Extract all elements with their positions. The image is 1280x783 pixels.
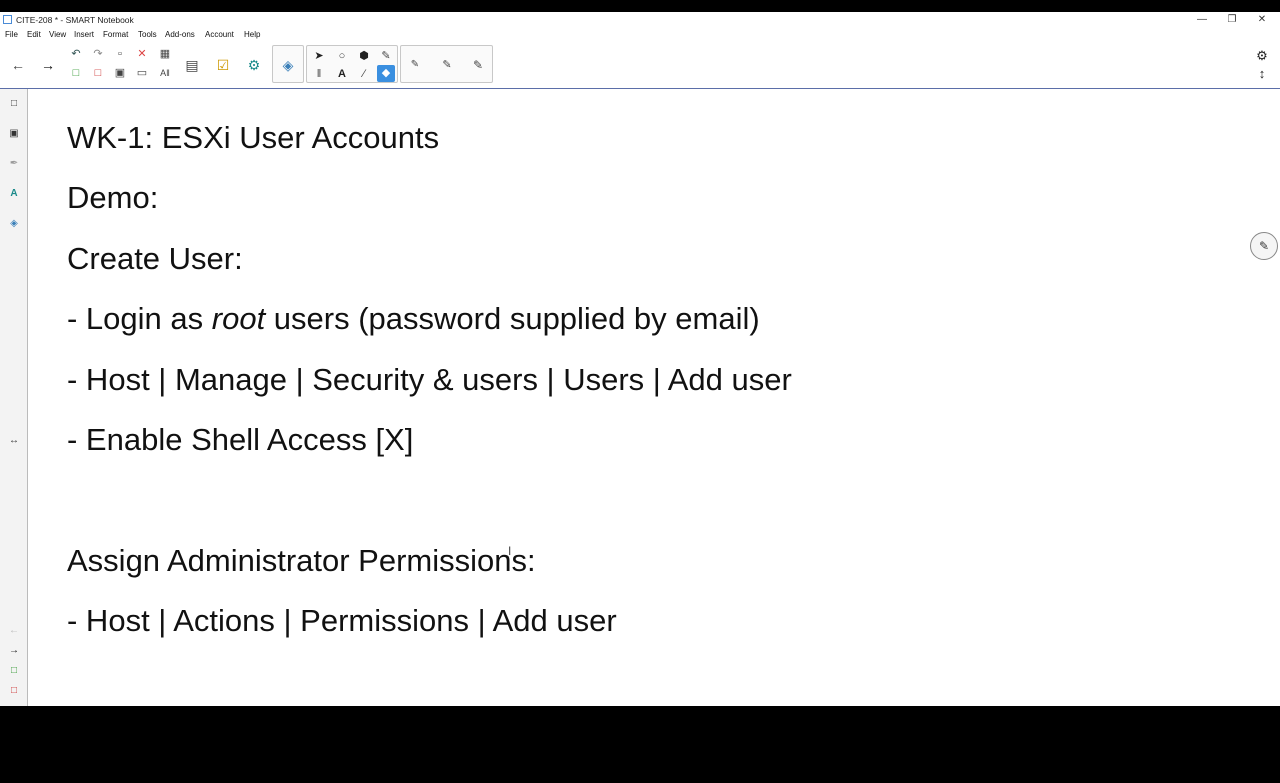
menu-edit[interactable]: Edit xyxy=(27,30,41,39)
resize-handle-icon[interactable]: ↔ xyxy=(7,434,21,448)
screen-shade-icon[interactable]: ▭ xyxy=(134,65,150,81)
back-arrow-icon[interactable]: ← xyxy=(7,54,29,76)
properties-icon[interactable]: A xyxy=(7,187,21,201)
magic-pen-icon[interactable]: ✎ xyxy=(378,48,394,64)
add-page-side-icon[interactable]: □ xyxy=(7,664,21,678)
select-icon[interactable]: ➤ xyxy=(311,48,327,64)
whiteboard-canvas[interactable]: WK-1: ESXi User Accounts Demo: Create Us… xyxy=(28,89,1280,706)
vertical-scrollbar[interactable] xyxy=(56,166,66,783)
menu-tools[interactable]: Tools xyxy=(138,30,157,39)
pen-small-icon[interactable]: ✎ xyxy=(404,54,426,76)
eraser-icon[interactable]: ◆ xyxy=(377,65,395,82)
puzzle-icon[interactable]: ◈ xyxy=(277,54,299,76)
demo-heading[interactable]: Demo: xyxy=(67,180,158,216)
menu-help[interactable]: Help xyxy=(244,30,260,39)
minimize-icon[interactable]: — xyxy=(1192,13,1212,27)
paste-icon[interactable]: ▫ xyxy=(112,46,128,62)
permissions-path-step[interactable]: - Host | Actions | Permissions | Add use… xyxy=(67,603,617,639)
menu-format[interactable]: Format xyxy=(103,30,128,39)
add-user-path-step[interactable]: - Host | Manage | Security & users | Use… xyxy=(67,362,792,398)
restore-icon[interactable]: ❐ xyxy=(1222,13,1242,27)
app-icon xyxy=(3,15,12,24)
text-icon[interactable]: A xyxy=(334,66,350,82)
shapes-icon[interactable]: ○ xyxy=(334,48,350,64)
menu-view[interactable]: View xyxy=(49,30,66,39)
window-title: CITE-208 * - SMART Notebook xyxy=(16,15,134,25)
menu-bar: File Edit View Insert Format Tools Add-o… xyxy=(0,29,1280,42)
smart-notebook-window: CITE-208 * - SMART Notebook — ❐ ✕ File E… xyxy=(0,12,1280,706)
floating-pen-icon[interactable]: ✎ xyxy=(1250,232,1278,260)
create-user-heading[interactable]: Create User: xyxy=(67,241,243,277)
display-icon[interactable]: ▤ xyxy=(181,54,203,76)
gallery-icon[interactable]: ▣ xyxy=(7,127,21,141)
delete-page-side-icon[interactable]: □ xyxy=(7,684,21,698)
tools-group: ➤ ○ ⬢ ✎ ‖ A ∕ ◆ xyxy=(306,45,398,83)
title-bar: CITE-208 * - SMART Notebook — ❐ ✕ xyxy=(0,12,1280,29)
add-ons-icon[interactable]: ◈ xyxy=(7,217,21,231)
login-step-suffix: users (password supplied by email) xyxy=(265,301,760,336)
login-step[interactable]: - Login as root users (password supplied… xyxy=(67,301,760,337)
toolbar: ← → ↶ ↷ ▫ ✕ ▦ □ □ ▣ ▭ A‖ ▤ ☑ ⚙ ◈ ➤ ○ ⬢ ✎… xyxy=(0,43,1280,89)
shell-access-step[interactable]: - Enable Shell Access [X] xyxy=(67,422,413,458)
settings-gear-icon[interactable]: ⚙ xyxy=(1254,48,1270,64)
menu-addons[interactable]: Add-ons xyxy=(165,30,195,39)
next-page-icon[interactable]: → xyxy=(7,644,21,658)
handwriting-icon[interactable]: A‖ xyxy=(157,65,173,81)
login-step-prefix: - Login as xyxy=(67,301,212,336)
forward-arrow-icon[interactable]: → xyxy=(37,54,59,76)
add-page-icon[interactable]: □ xyxy=(68,65,84,81)
table-icon[interactable]: ▦ xyxy=(157,46,173,62)
page-title[interactable]: WK-1: ESXi User Accounts xyxy=(67,120,439,156)
line-icon[interactable]: ∕ xyxy=(356,66,372,82)
pen-options-group: ✎ ✎ ✎ xyxy=(400,45,493,83)
delete-icon[interactable]: ✕ xyxy=(134,46,150,62)
close-icon[interactable]: ✕ xyxy=(1252,13,1272,27)
save-icon[interactable]: ▣ xyxy=(112,65,128,81)
text-cursor-icon: I xyxy=(508,544,512,558)
pen-medium-icon[interactable]: ✎ xyxy=(436,54,458,76)
assign-permissions-heading[interactable]: Assign Administrator Permissions: xyxy=(67,543,536,579)
add-ons-group: ◈ xyxy=(272,45,304,83)
attachments-icon[interactable]: ✒ xyxy=(7,157,21,171)
toolbar-move-icon[interactable]: ↕ xyxy=(1254,66,1270,82)
undo-icon[interactable]: ↶ xyxy=(68,46,84,62)
side-tab-bar: □ ▣ ✒ A ◈ ↔ ← → □ □ xyxy=(0,89,28,706)
measure-icon[interactable]: ‖ xyxy=(311,66,327,82)
redo-icon[interactable]: ↷ xyxy=(90,46,106,62)
page-sorter-icon[interactable]: □ xyxy=(7,97,21,111)
menu-insert[interactable]: Insert xyxy=(74,30,94,39)
menu-file[interactable]: File xyxy=(5,30,18,39)
menu-account[interactable]: Account xyxy=(205,30,234,39)
activity-builder-icon[interactable]: ☑ xyxy=(212,54,234,76)
previous-page-icon[interactable]: ← xyxy=(7,624,21,638)
delete-page-icon[interactable]: □ xyxy=(90,65,106,81)
login-step-root: root xyxy=(211,301,266,336)
pen-large-icon[interactable]: ✎ xyxy=(467,54,489,76)
fill-icon[interactable]: ⬢ xyxy=(356,48,372,64)
smart-response-icon[interactable]: ⚙ xyxy=(243,54,265,76)
